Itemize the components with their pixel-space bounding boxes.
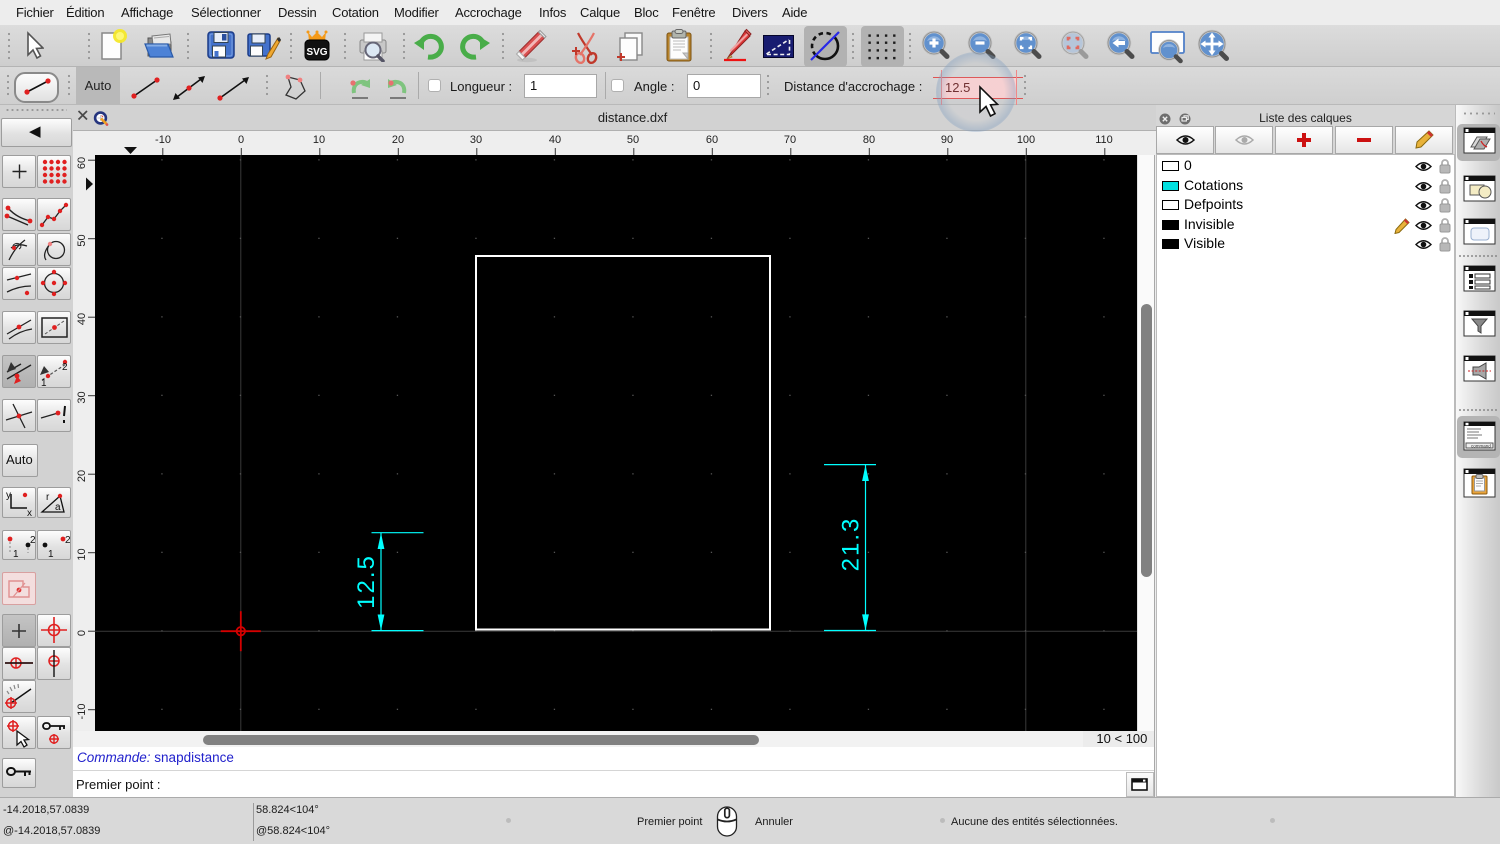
- svg-text:1: 1: [41, 378, 47, 387]
- svg-text:2: 2: [65, 535, 70, 546]
- svg-text:1: 1: [13, 549, 19, 559]
- svg-text:a: a: [55, 502, 61, 513]
- svg-text:2: 2: [62, 362, 68, 373]
- svg-text:r: r: [46, 492, 50, 503]
- svg-text:20: 20: [76, 470, 88, 482]
- svg-text:2: 2: [30, 535, 35, 546]
- svg-text:30: 30: [76, 391, 88, 403]
- svg-text:40: 40: [76, 313, 88, 325]
- svg-text:command: command: [1471, 444, 1491, 449]
- svg-text:SVG: SVG: [306, 47, 327, 58]
- svg-text:12.5: 12.5: [353, 554, 380, 609]
- svg-text:50: 50: [76, 234, 88, 246]
- svg-text:x: x: [27, 508, 32, 517]
- svg-text:-10: -10: [76, 704, 88, 720]
- svg-text:60: 60: [76, 157, 88, 169]
- svg-text:y: y: [6, 490, 11, 501]
- svg-text:0: 0: [76, 630, 88, 636]
- svg-text:10: 10: [76, 548, 88, 560]
- svg-text:1: 1: [48, 549, 54, 559]
- svg-text:21.3: 21.3: [838, 517, 865, 572]
